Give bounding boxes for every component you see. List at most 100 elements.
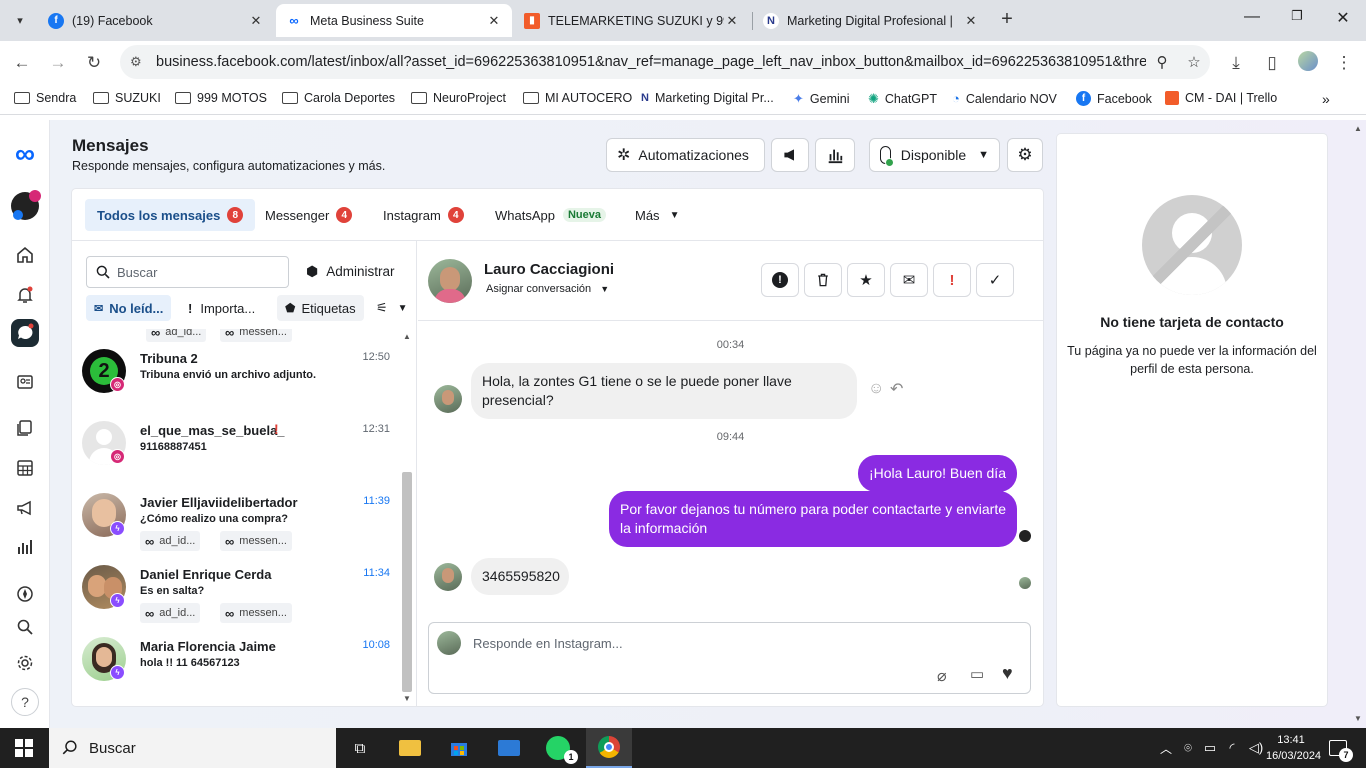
ads-megaphone-icon[interactable]: [11, 494, 39, 522]
conversation-item[interactable]: ϟ Maria Florencia Jaime hola !! 11 64567…: [72, 633, 402, 705]
bookmark-999-motos[interactable]: 999 MOTOS: [175, 91, 267, 105]
tab-messenger[interactable]: Messenger 4: [253, 199, 364, 231]
mark-unread-button[interactable]: ✉: [890, 263, 928, 297]
notifications-center-icon[interactable]: 7: [1320, 732, 1356, 764]
taskbar-clock[interactable]: 13:41 16/03/2024: [1266, 732, 1321, 764]
automations-button[interactable]: ✲ Automatizaciones: [606, 138, 765, 172]
forward-icon[interactable]: →: [46, 51, 70, 75]
bookmark-sendra[interactable]: Sendra: [14, 91, 76, 105]
site-info-icon[interactable]: ⚙: [130, 54, 156, 70]
side-panel-icon[interactable]: ▯: [1260, 51, 1284, 75]
bookmark-marketing[interactable]: N Marketing Digital Pr...: [641, 91, 774, 105]
message-outgoing[interactable]: Por favor dejanos tu número para poder c…: [609, 491, 1017, 547]
windows-start-icon[interactable]: [6, 732, 42, 764]
conversation-item[interactable]: ϟ Daniel Enrique Cerda Es en salta? 11:3…: [72, 561, 402, 633]
filter-unread[interactable]: ✉ No leíd...: [86, 295, 172, 321]
tab-all-messages[interactable]: Todos los mensajes 8: [85, 199, 256, 231]
compass-icon[interactable]: [11, 580, 39, 608]
message-incoming[interactable]: 3465595820: [471, 558, 569, 595]
heart-icon[interactable]: ♥: [1002, 663, 1013, 684]
reply-composer[interactable]: Responde en Instagram... ⌀ ▭ ♥: [428, 622, 1031, 694]
contact-name[interactable]: Lauro Cacciagioni: [484, 261, 614, 278]
stats-button[interactable]: [815, 138, 855, 172]
new-tab-icon[interactable]: +: [996, 8, 1018, 30]
page-scrollbar[interactable]: ▲ ▼: [1354, 124, 1364, 724]
download-icon[interactable]: ⤓: [1224, 51, 1248, 75]
scroll-thumb[interactable]: [402, 472, 412, 692]
bookmark-carola[interactable]: Carola Deportes: [282, 91, 395, 105]
conversation-item[interactable]: 2 ◎ Tribuna 2 Tribuna envió un archivo a…: [72, 345, 402, 417]
bookmark-mi-autocero[interactable]: MI AUTOCERO: [523, 91, 632, 105]
chrome-icon[interactable]: [586, 728, 632, 768]
bookmark-calendario[interactable]: ◔ Calendario NOV: [952, 91, 1057, 106]
report-button[interactable]: !: [761, 263, 799, 297]
attachment-icon[interactable]: ⌀: [937, 666, 947, 686]
close-tab-icon[interactable]: ✕: [724, 13, 740, 29]
browser-tab-facebook[interactable]: f (19) Facebook ✕: [38, 4, 274, 37]
close-tab-icon[interactable]: ✕: [248, 13, 264, 29]
scroll-down-icon[interactable]: ▼: [1354, 714, 1362, 723]
delete-button[interactable]: [804, 263, 842, 297]
mark-done-button[interactable]: ✓: [976, 263, 1014, 297]
bookmark-star-icon[interactable]: ☆: [1178, 53, 1210, 71]
browser-tab-telemarketing[interactable]: ▮ TELEMARKETING SUZUKI y 999 ✕: [514, 4, 750, 37]
reply-input[interactable]: Responde en Instagram...: [473, 636, 623, 651]
conversation-item[interactable]: ϟ Javier Elljaviidelibertador ¿Cómo real…: [72, 489, 402, 561]
bookmark-neuroproject[interactable]: NeuroProject: [411, 91, 506, 105]
bookmark-gemini[interactable]: ✦ Gemini: [793, 91, 850, 107]
mark-important-button[interactable]: !: [933, 263, 971, 297]
search-icon[interactable]: [11, 613, 39, 641]
notifications-bell-icon[interactable]: [11, 281, 39, 309]
close-tab-icon[interactable]: ✕: [963, 13, 979, 29]
microsoft-store-icon[interactable]: [441, 732, 477, 764]
taskbar-search[interactable]: Buscar: [49, 728, 336, 768]
availability-dropdown[interactable]: Disponible ▼: [869, 138, 1000, 172]
menu-kebab-icon[interactable]: ⋮: [1332, 51, 1356, 75]
filter-options-button[interactable]: ⚟ ▼: [368, 295, 416, 321]
settings-button[interactable]: ⚙: [1007, 138, 1043, 172]
emoji-reaction-icon[interactable]: ☺: [868, 380, 884, 398]
restore-icon[interactable]: ❐: [1274, 8, 1320, 24]
close-window-icon[interactable]: ✕: [1320, 8, 1366, 28]
broadcast-button[interactable]: [771, 138, 809, 172]
file-explorer-icon[interactable]: [392, 732, 428, 764]
whatsapp-icon[interactable]: 1: [540, 732, 578, 764]
insights-chart-icon[interactable]: [11, 533, 39, 561]
assign-conversation-dropdown[interactable]: Asignar conversación ▼: [486, 283, 609, 295]
browser-tab-marketing[interactable]: N Marketing Digital Profesional | ✕: [753, 4, 989, 37]
content-icon[interactable]: [11, 414, 39, 442]
search-input[interactable]: Buscar: [86, 256, 289, 288]
tab-more[interactable]: Más ▼: [623, 199, 691, 231]
help-icon[interactable]: ?: [11, 688, 39, 716]
star-button[interactable]: ★: [847, 263, 885, 297]
account-avatar[interactable]: [11, 190, 41, 220]
profile-avatar[interactable]: [1296, 51, 1320, 75]
bookmark-chatgpt[interactable]: ✺ ChatGPT: [868, 91, 937, 107]
list-scrollbar[interactable]: ▲ ▼: [400, 329, 414, 706]
manage-button[interactable]: ⬢ Administrar: [306, 263, 395, 280]
scroll-up-icon[interactable]: ▲: [1354, 124, 1362, 133]
tab-instagram[interactable]: Instagram 4: [371, 199, 476, 231]
address-bar[interactable]: ⚙ business.facebook.com/latest/inbox/all…: [120, 45, 1210, 79]
scroll-down-icon[interactable]: ▼: [403, 694, 411, 703]
url-text[interactable]: business.facebook.com/latest/inbox/all?a…: [156, 54, 1146, 70]
back-icon[interactable]: ←: [10, 51, 34, 75]
more-bookmarks-icon[interactable]: »: [1322, 91, 1330, 107]
minimize-icon[interactable]: —: [1229, 8, 1275, 26]
bookmark-trello[interactable]: CM - DAI | Trello: [1165, 91, 1277, 105]
tab-search-chevron-icon[interactable]: ▾: [8, 8, 32, 32]
filter-important[interactable]: ! Importa...: [180, 295, 264, 321]
zoom-icon[interactable]: ⚲: [1146, 53, 1178, 71]
mail-icon[interactable]: [491, 732, 527, 764]
bookmark-facebook[interactable]: f Facebook: [1076, 91, 1152, 106]
reply-icon[interactable]: ↶: [890, 379, 903, 399]
meta-logo-icon[interactable]: ∞: [11, 138, 39, 169]
conversation-item[interactable]: ◎ el_que_mas_se_buela_ ! 91168887451 12:…: [72, 417, 402, 489]
browser-tab-business-suite[interactable]: ∞ Meta Business Suite ✕: [276, 4, 512, 37]
filter-labels[interactable]: ⬟ Etiquetas: [277, 295, 364, 321]
message-incoming[interactable]: Hola, la zontes G1 tiene o se le puede p…: [471, 363, 857, 419]
settings-gear-icon[interactable]: [11, 649, 39, 677]
scroll-up-icon[interactable]: ▲: [403, 332, 411, 341]
inbox-icon[interactable]: [11, 319, 39, 347]
reload-icon[interactable]: ↻: [82, 51, 106, 75]
